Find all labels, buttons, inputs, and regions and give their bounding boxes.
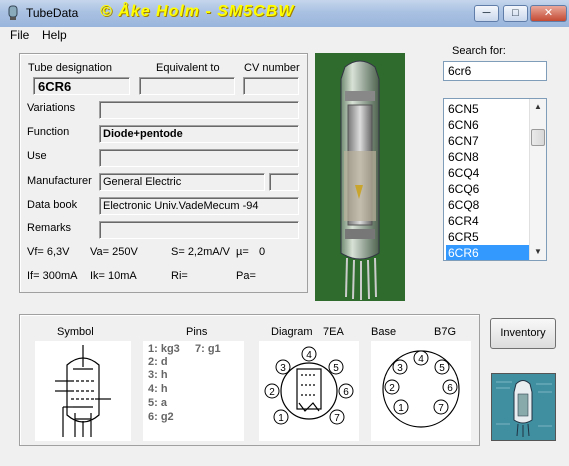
base-box: 1 2 3 4 5 6 7 xyxy=(371,341,471,441)
manufacturer-label: Manufacturer xyxy=(27,175,92,187)
equivalent-label: Equivalent to xyxy=(156,62,220,74)
diagram-pin-1: 1 xyxy=(278,413,284,424)
tube-designation-label: Tube designation xyxy=(28,62,112,74)
pin-6: 6: g2 xyxy=(148,411,174,423)
param-vf: Vf= 6,3V xyxy=(27,246,70,258)
remarks-label: Remarks xyxy=(27,222,72,234)
diagram-box: 1 2 3 4 5 6 7 xyxy=(259,341,359,441)
copyright-watermark: © Åke Holm - SM5CBW xyxy=(100,3,295,20)
variations-field[interactable] xyxy=(99,101,299,119)
cv-number-label: CV number xyxy=(244,62,300,74)
scroll-down-icon[interactable]: ▼ xyxy=(530,244,546,260)
param-ri: Ri= xyxy=(171,270,188,282)
param-pa: Pa= xyxy=(236,270,256,282)
databook-label: Data book xyxy=(27,199,78,211)
manufacturer-field[interactable]: General Electric xyxy=(99,173,265,191)
tube-list-item[interactable]: 6CR5 xyxy=(446,229,530,245)
pin-4: 4: h xyxy=(148,383,168,395)
function-field[interactable]: Diode+pentode xyxy=(99,125,299,143)
tube-list-item[interactable]: 6CN7 xyxy=(446,133,530,149)
search-input[interactable]: 6cr6 xyxy=(443,61,547,81)
base-label: Base xyxy=(371,326,397,338)
diagram-pin-2: 2 xyxy=(269,387,275,398)
pin-3: 3: h xyxy=(148,369,168,381)
base-code: B7G xyxy=(434,326,457,338)
base-pin-3: 3 xyxy=(397,363,403,374)
app-logo xyxy=(491,373,556,441)
logo-tube-icon xyxy=(492,374,555,440)
menu-bar: File Help xyxy=(0,27,569,46)
diagram-pin-4: 4 xyxy=(306,350,312,361)
databook-field[interactable]: Electronic Univ.VadeMecum -94 xyxy=(99,197,299,215)
pin-7: 7: g1 xyxy=(195,343,221,355)
pin-1: 1: kg3 xyxy=(148,343,180,355)
param-mu: µ= xyxy=(236,246,249,258)
base-pin-6: 6 xyxy=(447,383,453,394)
pins-label: Pins xyxy=(186,326,208,338)
list-scrollbar[interactable]: ▲ ▼ xyxy=(529,99,546,260)
menu-file[interactable]: File xyxy=(10,28,29,42)
pin-5: 5: a xyxy=(148,397,167,409)
base-pin-1: 1 xyxy=(398,403,404,414)
param-va: Va= 250V xyxy=(90,246,138,258)
base-drawing: 1 2 3 4 5 6 7 xyxy=(382,350,460,428)
app-icon xyxy=(8,5,18,20)
diagram-label: Diagram xyxy=(271,326,313,338)
variations-label: Variations xyxy=(27,102,76,114)
symbol-label: Symbol xyxy=(57,326,94,338)
param-mu-value: 0 xyxy=(259,246,266,258)
pin-2: 2: d xyxy=(148,356,168,368)
diagram-code: 7EA xyxy=(323,326,344,338)
diagram-pin-7: 7 xyxy=(334,413,340,424)
base-pin-4: 4 xyxy=(418,354,424,365)
tube-list-item[interactable]: 6CQ4 xyxy=(446,165,530,181)
search-label: Search for: xyxy=(452,45,506,57)
scroll-thumb[interactable] xyxy=(531,129,545,146)
param-s: S= 2,2mA/V xyxy=(171,246,231,258)
window-title: TubeData xyxy=(26,6,79,20)
tube-list-item[interactable]: 6CQ6 xyxy=(446,181,530,197)
tube-photo xyxy=(315,53,405,301)
title-bar[interactable]: TubeData © Åke Holm - SM5CBW ─ □ ✕ xyxy=(0,0,569,28)
tube-list-item[interactable]: 6CN8 xyxy=(446,149,530,165)
equivalent-field[interactable] xyxy=(139,77,235,95)
tube-list-item[interactable]: 6CQ8 xyxy=(446,197,530,213)
diagram-pin-5: 5 xyxy=(333,363,339,374)
symbol-box xyxy=(35,341,131,441)
close-button[interactable]: ✕ xyxy=(530,5,567,22)
tube-symbol-drawing xyxy=(55,345,111,437)
menu-help[interactable]: Help xyxy=(42,28,67,42)
tube-list[interactable]: 6CN5 6CN6 6CN7 6CN8 6CQ4 6CQ6 6CQ8 6CR4 6CR5 6CR6… xyxy=(443,98,547,261)
tube-list-item[interactable]: 6CN5 xyxy=(446,101,530,117)
use-field[interactable] xyxy=(99,149,299,167)
inventory-button[interactable]: Inventory xyxy=(490,318,556,349)
cv-number-field[interactable] xyxy=(243,77,299,95)
diagram-pin-6: 6 xyxy=(343,387,349,398)
maximize-button[interactable]: □ xyxy=(503,5,528,22)
tube-designation-field[interactable]: 6CR6 xyxy=(33,77,130,95)
param-ik: Ik= 10mA xyxy=(90,270,137,282)
tube-list-item[interactable]: 6CN6 xyxy=(446,117,530,133)
base-pin-7: 7 xyxy=(438,403,444,414)
manufacturer-extra-field[interactable] xyxy=(269,173,299,191)
param-if: If= 300mA xyxy=(27,270,78,282)
pin-diagram-drawing: 1 2 3 4 5 6 7 xyxy=(264,346,354,425)
tube-list-item[interactable]: 6CR4 xyxy=(446,213,530,229)
minimize-button[interactable]: ─ xyxy=(474,5,499,22)
scroll-up-icon[interactable]: ▲ xyxy=(530,99,546,115)
base-pin-2: 2 xyxy=(389,383,395,394)
diagram-pin-3: 3 xyxy=(280,363,286,374)
remarks-field[interactable] xyxy=(99,221,299,239)
function-label: Function xyxy=(27,126,70,138)
use-label: Use xyxy=(27,150,47,162)
tube-photo-drawing xyxy=(315,53,405,301)
tube-list-item[interactable]: 6CR6 xyxy=(446,245,530,260)
base-pin-5: 5 xyxy=(439,363,445,374)
